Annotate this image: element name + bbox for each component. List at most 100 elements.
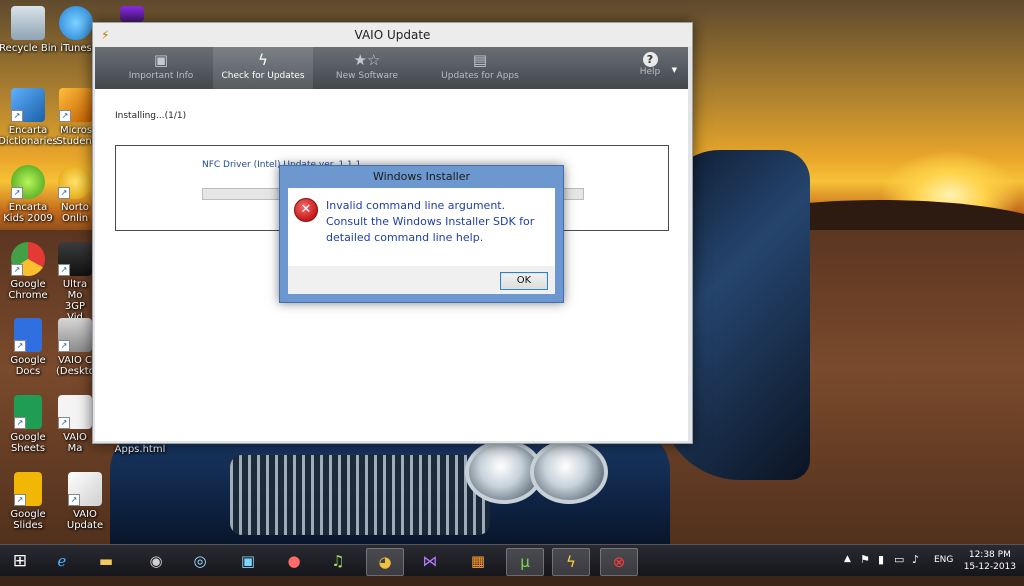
- desktop-icon-recycle-bin[interactable]: Recycle Bin: [0, 6, 59, 54]
- battery-icon: ▭: [894, 553, 905, 566]
- desktop-icon-label: Recycle Bin: [0, 43, 57, 54]
- tab-label: Important Info: [128, 71, 194, 81]
- desktop-icon-apps-html[interactable]: Apps.html: [112, 444, 168, 455]
- itunes-icon: ◎: [193, 552, 207, 570]
- desktop-icon-google-sheets[interactable]: ↗ Google Sheets: [0, 395, 59, 454]
- taskbar-media-player[interactable]: ◉: [138, 548, 174, 574]
- taskbar-clock[interactable]: 12:38 PM 15-12-2013: [964, 549, 1016, 573]
- help-icon: ?: [642, 52, 658, 67]
- taskbar-itunes[interactable]: ◎: [182, 548, 218, 574]
- tray-language[interactable]: ENG: [934, 555, 953, 586]
- chrome-icon: ◕: [378, 553, 392, 571]
- chevron-down-icon: ▼: [671, 66, 677, 74]
- desktop-icon-google-chrome[interactable]: ↗ Google Chrome: [0, 242, 59, 301]
- microsoft-student-icon: ↗: [59, 88, 93, 122]
- desktop-icon-ultra-mobile[interactable]: ↗ Ultra Mo 3GP Vid: [56, 242, 94, 323]
- google-sheets-icon: ↗: [14, 395, 42, 429]
- tab-updates-for-apps[interactable]: ▤ Updates for Apps: [425, 47, 535, 89]
- vaio-toolbar: ▣ Important Info ϟ Check for Updates ★☆ …: [95, 47, 688, 89]
- speaker-icon: ♪: [912, 553, 920, 566]
- norton-online-icon: ↗: [58, 165, 92, 199]
- taskbar-internet-explorer[interactable]: ℯ: [44, 548, 80, 574]
- winrar-icon: [120, 6, 144, 22]
- desktop-icon-norton-online[interactable]: ↗ Norto Onlin: [56, 165, 94, 224]
- windows-logo-icon: ⊞: [12, 551, 28, 571]
- taskbar-windows-installer[interactable]: ⊗: [600, 548, 638, 576]
- desktop-icon-vaio-manual[interactable]: ↗ VAIO Ma: [56, 395, 94, 454]
- google-docs-icon: ↗: [14, 318, 42, 352]
- wallpaper-headlight-right: [530, 440, 608, 504]
- desktop-icon-label: Norto Onlin: [61, 202, 89, 224]
- speech-bubble-icon: ▣: [153, 51, 169, 69]
- tray-battery[interactable]: ▭: [894, 553, 904, 584]
- desktop-icon-label: Google Chrome: [8, 279, 48, 301]
- tray-overflow-chevron[interactable]: ▲: [844, 554, 851, 585]
- taskbar-recorder[interactable]: ●: [276, 548, 312, 574]
- vaio-manual-icon: ↗: [58, 395, 92, 429]
- desktop-icon-google-docs[interactable]: ↗ Google Docs: [0, 318, 59, 377]
- taskbar-utorrent[interactable]: µ: [506, 548, 544, 576]
- desktop-icon-label: Google Sheets: [10, 432, 46, 454]
- ok-button[interactable]: OK: [500, 272, 548, 290]
- taskbar-vaio-update[interactable]: ϟ: [552, 548, 590, 576]
- video-app-icon: ▣: [240, 552, 256, 570]
- google-slides-icon: ↗: [14, 472, 42, 506]
- desktop-icon-label: Micros Student: [56, 125, 96, 147]
- encarta-kids-icon: ↗: [11, 165, 45, 199]
- desktop-icon-vaio-update[interactable]: ↗ VAIO Update: [56, 472, 114, 531]
- tab-important-info[interactable]: ▣ Important Info: [113, 47, 209, 89]
- taskbar-metro-apps[interactable]: ▦: [460, 548, 496, 574]
- wallpaper-car-grille: [230, 455, 490, 535]
- window-titlebar[interactable]: ⚡ VAIO Update: [93, 23, 692, 47]
- vaio-update-icon: ↗: [68, 472, 102, 506]
- help-label: Help: [639, 67, 661, 77]
- itunes-icon: [59, 6, 93, 40]
- recycle-bin-icon: [11, 6, 45, 40]
- tray-action-center[interactable]: ⚑: [860, 553, 870, 584]
- encarta-dictionaries-icon: ↗: [11, 88, 45, 122]
- winamp-icon: ♫: [331, 552, 345, 570]
- start-button[interactable]: ⊞: [2, 548, 38, 574]
- vaio-update-icon: ϟ: [566, 553, 576, 571]
- taskbar-video-app[interactable]: ▣: [230, 548, 266, 574]
- taskbar-winamp[interactable]: ♫: [320, 548, 356, 574]
- tab-check-for-updates[interactable]: ϟ Check for Updates: [213, 47, 313, 89]
- clock-date: 15-12-2013: [963, 562, 1016, 572]
- dialog-footer: OK: [288, 266, 555, 294]
- desktop-icon-encarta-kids[interactable]: ↗ Encarta Kids 2009: [0, 165, 59, 224]
- desktop-icon-microsoft-student[interactable]: ↗ Micros Student: [56, 88, 96, 147]
- error-icon: ⊗: [612, 553, 626, 571]
- folder-icon: ▬: [98, 552, 114, 570]
- media-player-icon: ◉: [149, 552, 163, 570]
- desktop-icon-vaio-care[interactable]: ↗ VAIO C (Deskto: [56, 318, 94, 377]
- desktop-icon-label: Google Slides: [10, 509, 46, 531]
- internet-explorer-icon: ℯ: [57, 552, 67, 570]
- lightning-icon: ϟ: [258, 51, 268, 69]
- taskbar-visual-studio[interactable]: ⋈: [412, 548, 448, 574]
- dialog-body: ✕ Invalid command line argument. Consult…: [288, 188, 555, 266]
- chrome-icon: ↗: [11, 242, 45, 276]
- tab-label: Updates for Apps: [441, 71, 519, 81]
- taskbar-file-explorer[interactable]: ▬: [88, 548, 124, 574]
- taskbar-chrome[interactable]: ◕: [366, 548, 404, 576]
- desktop-icon-label: Google Docs: [10, 355, 46, 377]
- apps-grid-icon: ▦: [470, 552, 486, 570]
- stars-icon: ★☆: [353, 51, 381, 69]
- windows-installer-dialog: Windows Installer ✕ Invalid command line…: [279, 165, 564, 303]
- visual-studio-icon: ⋈: [422, 552, 438, 570]
- desktop-icon-encarta-dictionaries[interactable]: ↗ Encarta Dictionaries: [0, 88, 59, 147]
- taskbar: ⊞ ℯ ▬ ◉ ◎ ▣ ● ♫ ◕ ⋈ ▦ µ ϟ ⊗ ▲ ⚑ ▮ ▭ ♪ EN…: [0, 544, 1024, 576]
- desktop-icon-label: Apps.html: [114, 444, 166, 455]
- help-button[interactable]: ? Help ▼: [625, 47, 677, 89]
- error-message: Invalid command line argument. Consult t…: [326, 199, 535, 244]
- clipboard-icon: ▤: [472, 51, 488, 69]
- flag-icon: ⚑: [860, 553, 870, 566]
- desktop-icon-label: VAIO C (Deskto: [56, 355, 94, 377]
- desktop-icon-google-slides[interactable]: ↗ Google Slides: [0, 472, 59, 531]
- dialog-title[interactable]: Windows Installer: [280, 166, 563, 188]
- tray-volume[interactable]: ♪: [912, 553, 919, 584]
- desktop-icon-label: iTunes: [60, 43, 92, 54]
- error-icon: ✕: [294, 198, 318, 222]
- tab-new-software[interactable]: ★☆ New Software: [317, 47, 417, 89]
- tray-network[interactable]: ▮: [878, 553, 884, 584]
